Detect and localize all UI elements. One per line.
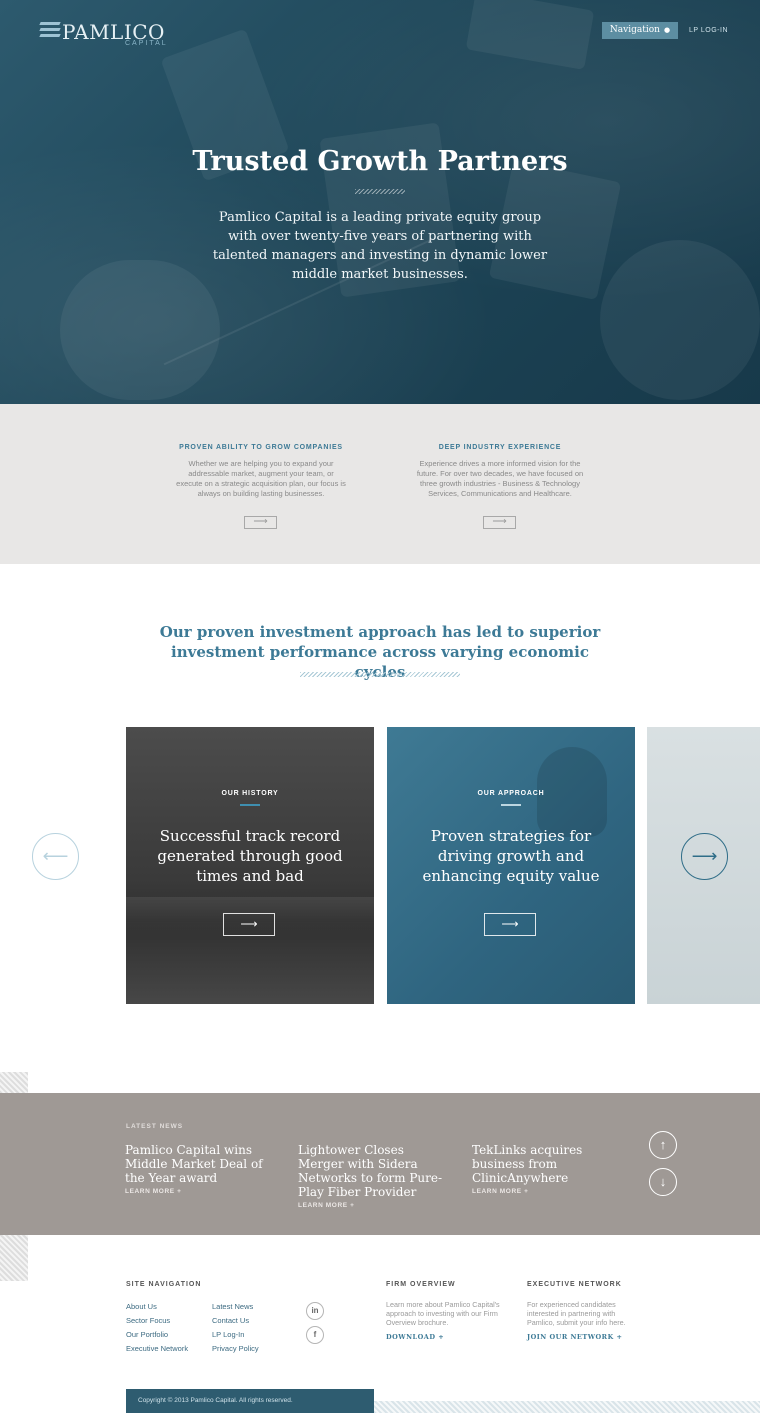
footer-link-lp-login[interactable]: LP Log-In: [212, 1328, 259, 1342]
hero-text: Pamlico Capital is a leading private equ…: [212, 210, 548, 282]
news-learn-more[interactable]: LEARN MORE +: [472, 1188, 622, 1195]
feature-title: DEEP INDUSTRY EXPERIENCE: [438, 444, 562, 451]
card-eyebrow: OUR HISTORY: [221, 790, 279, 797]
news-item[interactable]: Lightower Closes Merger with Sidera Netw…: [298, 1143, 448, 1209]
card-arrow-button[interactable]: ⟶: [484, 913, 536, 936]
feature-text: Experience drives a more informed vision…: [416, 459, 584, 498]
hero-laptop2-shape: [465, 0, 595, 70]
news-item[interactable]: Pamlico Capital wins Middle Market Deal …: [125, 1143, 275, 1195]
feature-industry-experience: DEEP INDUSTRY EXPERIENCE Experience driv…: [415, 444, 585, 529]
footer-link-sector-focus[interactable]: Sector Focus: [126, 1314, 188, 1328]
feature-text: Whether we are helping you to expand you…: [176, 459, 346, 498]
news-pattern-top: [0, 1072, 28, 1093]
news-down-arrow-button[interactable]: ↓: [649, 1168, 677, 1196]
footer-link-executive-network[interactable]: Executive Network: [126, 1342, 188, 1356]
feature-arrow-button[interactable]: ⟶: [244, 516, 277, 529]
navigation-button-label: Navigation: [609, 25, 660, 35]
footer-nav-column-2: Latest News Contact Us LP Log-In Privacy…: [212, 1300, 259, 1356]
card-arrow-button[interactable]: ⟶: [223, 913, 275, 936]
card-accent-bar: [240, 804, 260, 806]
carousel-prev-button[interactable]: ⟵: [32, 833, 79, 880]
footer-join-network-link[interactable]: JOIN OUR NETWORK +: [527, 1333, 622, 1341]
copyright-bar: Copyright © 2013 Pamlico Capital. All ri…: [126, 1389, 374, 1413]
footer-download-link[interactable]: DOWNLOAD +: [386, 1333, 444, 1341]
card-our-approach[interactable]: OUR APPROACH Proven strategies for drivi…: [387, 727, 635, 1004]
approach-divider: [300, 672, 460, 677]
logo-sub: CAPITAL: [125, 40, 168, 47]
lp-login-link[interactable]: LP LOG-IN: [689, 27, 728, 34]
news-headline[interactable]: Lightower Closes Merger with Sidera Netw…: [298, 1143, 448, 1199]
footer-link-privacy-policy[interactable]: Privacy Policy: [212, 1342, 259, 1356]
hero-person2-shape: [600, 240, 760, 400]
news-pattern-bottom: [0, 1235, 28, 1281]
footer-pattern: [374, 1401, 760, 1413]
footer-link-about-us[interactable]: About Us: [126, 1300, 188, 1314]
logo-mark-icon: [39, 22, 61, 40]
card-title: Successful track record generated throug…: [157, 827, 343, 885]
feature-grow-companies: PROVEN ABILITY TO GROW COMPANIES Whether…: [176, 444, 346, 529]
news-up-arrow-button[interactable]: ↑: [649, 1131, 677, 1159]
navigation-dot-icon: ●: [663, 26, 671, 34]
hero-section: PAMLICO CAPITAL Navigation ● LP LOG-IN Tr…: [0, 0, 760, 404]
footer-executive-network-title: EXECUTIVE NETWORK: [527, 1281, 622, 1288]
carousel-next-button[interactable]: ⟶: [681, 833, 728, 880]
card-our-history[interactable]: OUR HISTORY Successful track record gene…: [126, 727, 374, 1004]
footer-nav-column-1: About Us Sector Focus Our Portfolio Exec…: [126, 1300, 188, 1356]
news-headline[interactable]: TekLinks acquires business from ClinicAn…: [472, 1143, 622, 1185]
footer-link-latest-news[interactable]: Latest News: [212, 1300, 259, 1314]
hero-person-shape: [60, 260, 220, 400]
feature-arrow-button[interactable]: ⟶: [483, 516, 516, 529]
footer-executive-network-text: For experienced candidates interested in…: [527, 1300, 626, 1327]
footer-firm-overview-text: Learn more about Pamlico Capital's appro…: [386, 1300, 500, 1327]
linkedin-icon[interactable]: in: [306, 1302, 324, 1320]
features-section: PROVEN ABILITY TO GROW COMPANIES Whether…: [0, 404, 760, 564]
news-learn-more[interactable]: LEARN MORE +: [125, 1188, 275, 1195]
footer-link-our-portfolio[interactable]: Our Portfolio: [126, 1328, 188, 1342]
card-title: Proven strategies for driving growth and…: [422, 827, 600, 885]
hero-title: Trusted Growth Partners: [192, 146, 568, 177]
news-item[interactable]: TekLinks acquires business from ClinicAn…: [472, 1143, 622, 1195]
footer-firm-overview-title: FIRM OVERVIEW: [386, 1281, 456, 1288]
footer-site-nav-title: SITE NAVIGATION: [126, 1281, 202, 1288]
news-learn-more[interactable]: LEARN MORE +: [298, 1202, 448, 1209]
navigation-button[interactable]: Navigation ●: [602, 22, 678, 39]
news-headline[interactable]: Pamlico Capital wins Middle Market Deal …: [125, 1143, 275, 1185]
feature-title: PROVEN ABILITY TO GROW COMPANIES: [179, 444, 343, 451]
facebook-icon[interactable]: f: [306, 1326, 324, 1344]
card-accent-bar: [501, 804, 521, 806]
news-section: LATEST NEWS Pamlico Capital wins Middle …: [0, 1093, 760, 1235]
card-eyebrow: OUR APPROACH: [477, 790, 545, 797]
footer-link-contact-us[interactable]: Contact Us: [212, 1314, 259, 1328]
news-label: LATEST NEWS: [126, 1123, 184, 1130]
hero-divider: [355, 189, 405, 194]
